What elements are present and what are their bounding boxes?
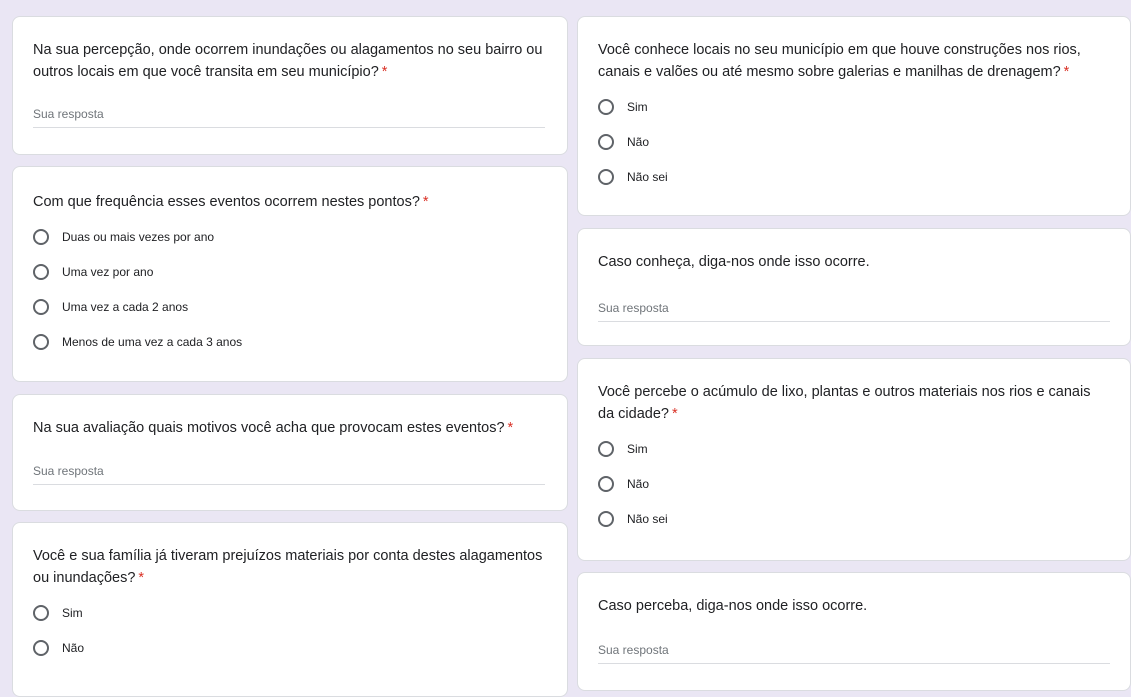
- radio-circle-icon[interactable]: [33, 333, 49, 350]
- question-card-constructions: Você conhece locais no seu município em …: [577, 16, 1131, 216]
- question-card-constructions-location: Caso conheça, diga-nos onde isso ocorre.…: [577, 228, 1131, 346]
- question-title: Na sua avaliação quais motivos você acha…: [33, 420, 514, 436]
- radio-circle-icon[interactable]: [598, 98, 614, 115]
- radio-circle-icon[interactable]: [598, 475, 614, 492]
- question-card-frequency: Com que frequência esses eventos ocorrem…: [12, 166, 568, 382]
- question-card-garbage-location: Caso perceba, diga-nos onde isso ocorre.…: [577, 572, 1131, 691]
- required-asterisk: *: [138, 570, 145, 586]
- question-title: Com que frequência esses eventos ocorrem…: [33, 194, 429, 210]
- radio-option-nao-sei[interactable]: Não sei: [598, 159, 1110, 194]
- required-asterisk: *: [422, 194, 429, 210]
- short-answer-input[interactable]: Sua resposta: [33, 107, 545, 128]
- radio-option-nao[interactable]: Não: [33, 630, 547, 665]
- radio-circle-icon[interactable]: [33, 228, 49, 245]
- radio-option-nao-sei[interactable]: Não sei: [598, 501, 1110, 536]
- question-title: Caso perceba, diga-nos onde isso ocorre.: [598, 598, 868, 614]
- radio-circle-icon[interactable]: [598, 510, 614, 527]
- radio-option-nao[interactable]: Não: [598, 124, 1110, 159]
- radio-circle-icon[interactable]: [598, 133, 614, 150]
- question-title: Na sua percepção, onde ocorrem inundaçõe…: [33, 42, 543, 80]
- radio-option-sim[interactable]: Sim: [33, 595, 547, 630]
- short-answer-input[interactable]: Sua resposta: [598, 301, 1110, 322]
- required-asterisk: *: [1063, 64, 1070, 80]
- radio-circle-icon[interactable]: [33, 639, 49, 656]
- radio-option-sim[interactable]: Sim: [598, 89, 1110, 124]
- required-asterisk: *: [671, 406, 678, 422]
- question-title: Você conhece locais no seu município em …: [598, 42, 1081, 80]
- short-answer-input[interactable]: Sua resposta: [598, 643, 1110, 664]
- radio-circle-icon[interactable]: [598, 440, 614, 457]
- question-card-causes: Na sua avaliação quais motivos você acha…: [12, 394, 568, 511]
- question-title: Você percebe o acúmulo de lixo, plantas …: [598, 384, 1091, 422]
- question-card-material-losses: Você e sua família já tiveram prejuízos …: [12, 522, 568, 697]
- question-card-garbage: Você percebe o acúmulo de lixo, plantas …: [577, 358, 1131, 561]
- radio-circle-icon[interactable]: [33, 298, 49, 315]
- radio-circle-icon[interactable]: [598, 168, 614, 185]
- question-title: Caso conheça, diga-nos onde isso ocorre.: [598, 254, 870, 270]
- required-asterisk: *: [507, 420, 514, 436]
- radio-circle-icon[interactable]: [33, 263, 49, 280]
- question-title: Você e sua família já tiveram prejuízos …: [33, 548, 543, 586]
- radio-option-once-every-2-years[interactable]: Uma vez a cada 2 anos: [33, 289, 547, 324]
- question-card-flood-locations: Na sua percepção, onde ocorrem inundaçõe…: [12, 16, 568, 155]
- radio-option-nao[interactable]: Não: [598, 466, 1110, 501]
- radio-option-twice-or-more[interactable]: Duas ou mais vezes por ano: [33, 219, 547, 254]
- radio-option-once-per-year[interactable]: Uma vez por ano: [33, 254, 547, 289]
- required-asterisk: *: [381, 64, 388, 80]
- short-answer-input[interactable]: Sua resposta: [33, 464, 545, 485]
- radio-option-sim[interactable]: Sim: [598, 431, 1110, 466]
- radio-circle-icon[interactable]: [33, 604, 49, 621]
- radio-option-less-than-every-3-years[interactable]: Menos de uma vez a cada 3 anos: [33, 324, 547, 359]
